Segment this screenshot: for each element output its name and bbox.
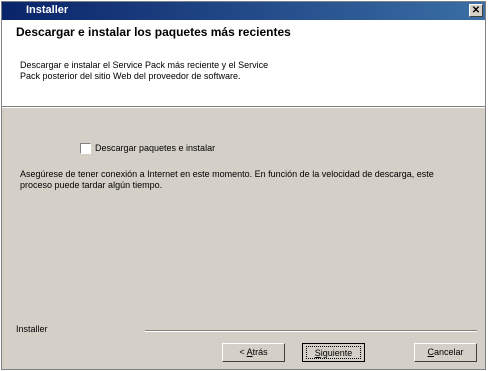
footer-brand-label: Installer xyxy=(16,324,48,334)
back-button-label: trás xyxy=(252,347,268,357)
next-button-focus: Siguiente xyxy=(306,346,361,359)
page-heading: Descargar e instalar los paquetes más re… xyxy=(16,25,291,39)
back-button-prefix: < xyxy=(239,347,247,357)
title-bar[interactable]: Installer ✕ xyxy=(2,2,485,20)
close-icon: ✕ xyxy=(471,5,481,16)
cancel-button[interactable]: Cancelar xyxy=(414,343,477,362)
download-checkbox[interactable] xyxy=(80,143,91,154)
wizard-header: Descargar e instalar los paquetes más re… xyxy=(2,20,485,106)
info-text: Asegúrese de tener conexión a Internet e… xyxy=(20,169,434,190)
close-button[interactable]: ✕ xyxy=(469,4,483,17)
next-button-label: iguiente xyxy=(320,348,353,358)
next-button[interactable]: Siguiente xyxy=(302,343,365,362)
page-description: Descargar e instalar el Service Pack más… xyxy=(20,60,269,81)
window-title: Installer xyxy=(26,4,69,16)
installer-window: Installer ✕ Descargar e instalar los paq… xyxy=(1,1,486,370)
download-checkbox-label[interactable]: Descargar paquetes e instalar xyxy=(95,143,215,153)
cancel-button-label: ancelar xyxy=(433,347,464,357)
footer-divider xyxy=(145,330,477,332)
header-divider xyxy=(2,106,485,108)
back-button[interactable]: < Atrás xyxy=(222,343,285,362)
